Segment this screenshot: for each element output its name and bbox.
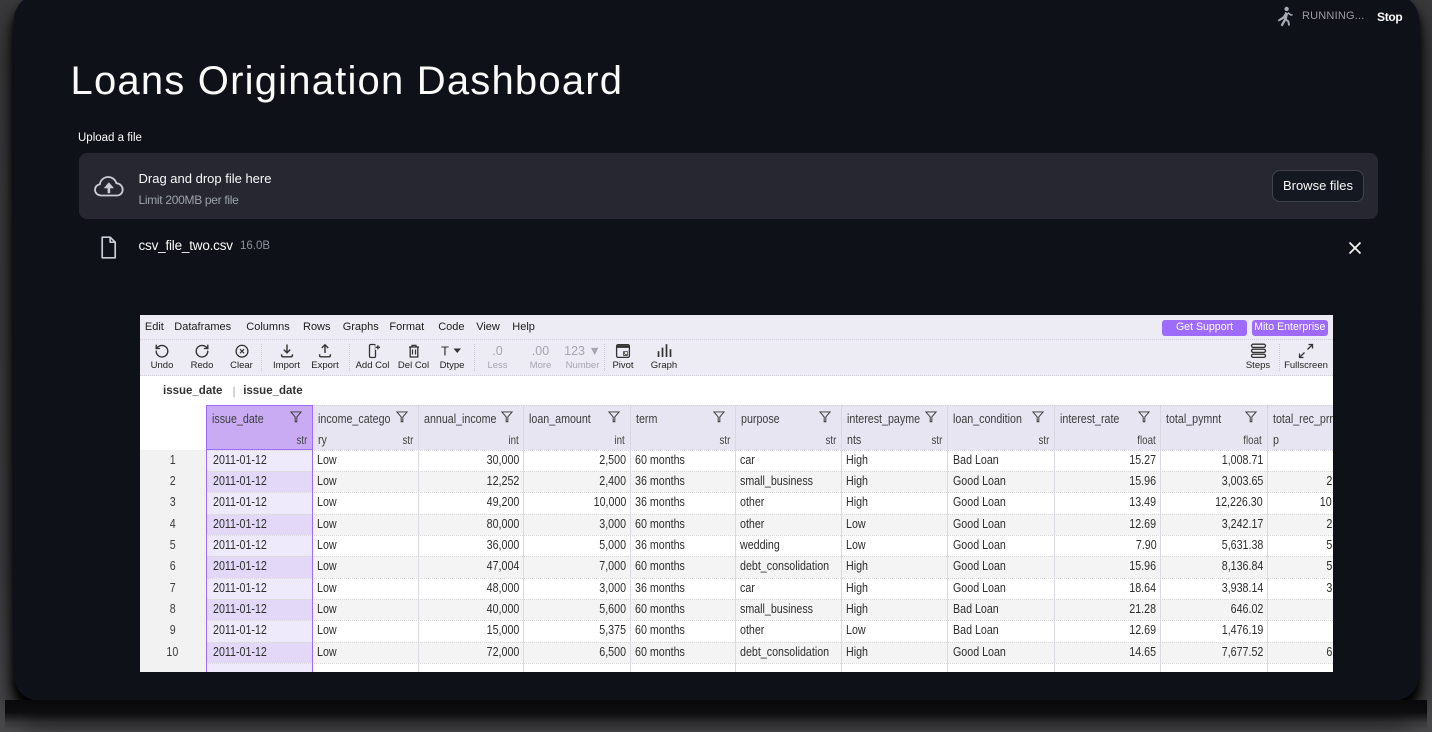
svg-text:T: T: [441, 344, 449, 359]
